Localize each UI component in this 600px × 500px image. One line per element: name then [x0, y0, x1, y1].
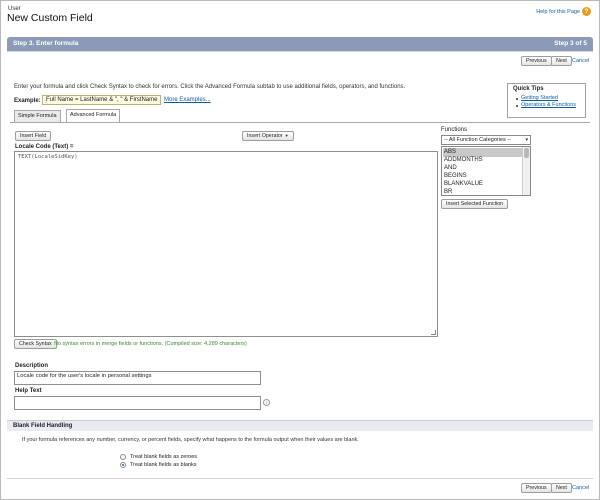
- scrollbar-thumb[interactable]: [524, 148, 529, 158]
- help-text-field[interactable]: [14, 396, 261, 410]
- previous-button-top[interactable]: Previous: [521, 56, 552, 66]
- radio-label-blanks[interactable]: Treat blank fields as blanks: [130, 462, 196, 468]
- function-item-br[interactable]: BR: [443, 188, 522, 195]
- radio-label-zeroes[interactable]: Treat blank fields as zeroes: [130, 454, 197, 460]
- example-label: Example:: [14, 98, 41, 104]
- quick-tips-box: Quick Tips Getting Started Operators & F…: [507, 83, 586, 118]
- chevron-down-icon: ▾: [525, 137, 528, 143]
- radio-treat-as-zeroes[interactable]: [120, 454, 126, 460]
- next-button-bottom[interactable]: Next: [551, 483, 572, 493]
- step-header: Step 3. Enter formula Step 3 of 5: [7, 37, 593, 51]
- divider: [7, 478, 593, 479]
- insert-operator-button[interactable]: Insert Operator ▼: [242, 131, 294, 141]
- operators-functions-link[interactable]: Operators & Functions: [521, 102, 576, 108]
- formula-label: Locale Code (Text) =: [15, 144, 74, 150]
- radio-treat-as-blanks[interactable]: [120, 462, 126, 468]
- resize-grip-icon[interactable]: [431, 330, 436, 335]
- tab-simple-formula[interactable]: Simple Formula: [14, 110, 61, 122]
- insert-operator-label: Insert Operator: [247, 133, 283, 139]
- example-code: Full Name = LastName & ", " & FirstName: [42, 95, 162, 105]
- next-button-top[interactable]: Next: [551, 56, 572, 66]
- info-icon[interactable]: i: [263, 399, 270, 406]
- more-examples-link[interactable]: More Examples...: [164, 97, 211, 103]
- help-icon[interactable]: ?: [582, 7, 591, 16]
- tab-advanced-formula[interactable]: Advanced Formula: [66, 109, 121, 122]
- section-header-blank-field-handling: Blank Field Handling: [7, 420, 593, 431]
- tab-divider: [10, 122, 590, 123]
- check-syntax-button[interactable]: Check Syntax: [14, 339, 57, 349]
- function-list-scrollbar[interactable]: [522, 147, 530, 195]
- function-list[interactable]: ABS ADDMONTHS AND BEGINS BLANKVALUE BR: [441, 146, 531, 196]
- bullet-icon: [516, 98, 518, 100]
- quick-tips-title: Quick Tips: [513, 86, 544, 92]
- insert-selected-function-button[interactable]: Insert Selected Function: [441, 199, 509, 209]
- formula-editor[interactable]: TEXT(LocaleSidKey): [14, 151, 438, 337]
- instructions-text: Enter your formula and click Check Synta…: [14, 84, 406, 90]
- cancel-link-top[interactable]: Cancel: [572, 58, 589, 64]
- blank-handling-description: If your formula references any number, c…: [22, 437, 359, 443]
- functions-label: Functions: [441, 127, 468, 133]
- cancel-link-bottom[interactable]: Cancel: [572, 485, 589, 491]
- help-link[interactable]: Help for this Page: [536, 9, 580, 15]
- getting-started-link[interactable]: Getting Started: [521, 95, 558, 101]
- chevron-down-icon: ▼: [284, 133, 289, 138]
- step-title: Step 3. Enter formula: [13, 40, 79, 47]
- divider: [7, 51, 593, 52]
- insert-field-button[interactable]: Insert Field: [15, 131, 52, 141]
- formula-text[interactable]: TEXT(LocaleSidKey): [18, 154, 78, 160]
- help-text-label: Help Text: [15, 388, 42, 394]
- function-category-select[interactable]: -- All Function Categories -- ▾: [441, 135, 531, 145]
- function-category-value: -- All Function Categories --: [444, 137, 511, 143]
- step-count: Step 3 of 5: [554, 40, 587, 47]
- previous-button-bottom[interactable]: Previous: [521, 483, 552, 493]
- bullet-icon: [516, 105, 518, 107]
- description-label: Description: [15, 363, 49, 369]
- description-field[interactable]: Locale code for the user's locale in per…: [14, 371, 261, 385]
- syntax-status-message: No syntax errors in merge fields or func…: [54, 341, 247, 347]
- page-title: New Custom Field: [7, 12, 93, 24]
